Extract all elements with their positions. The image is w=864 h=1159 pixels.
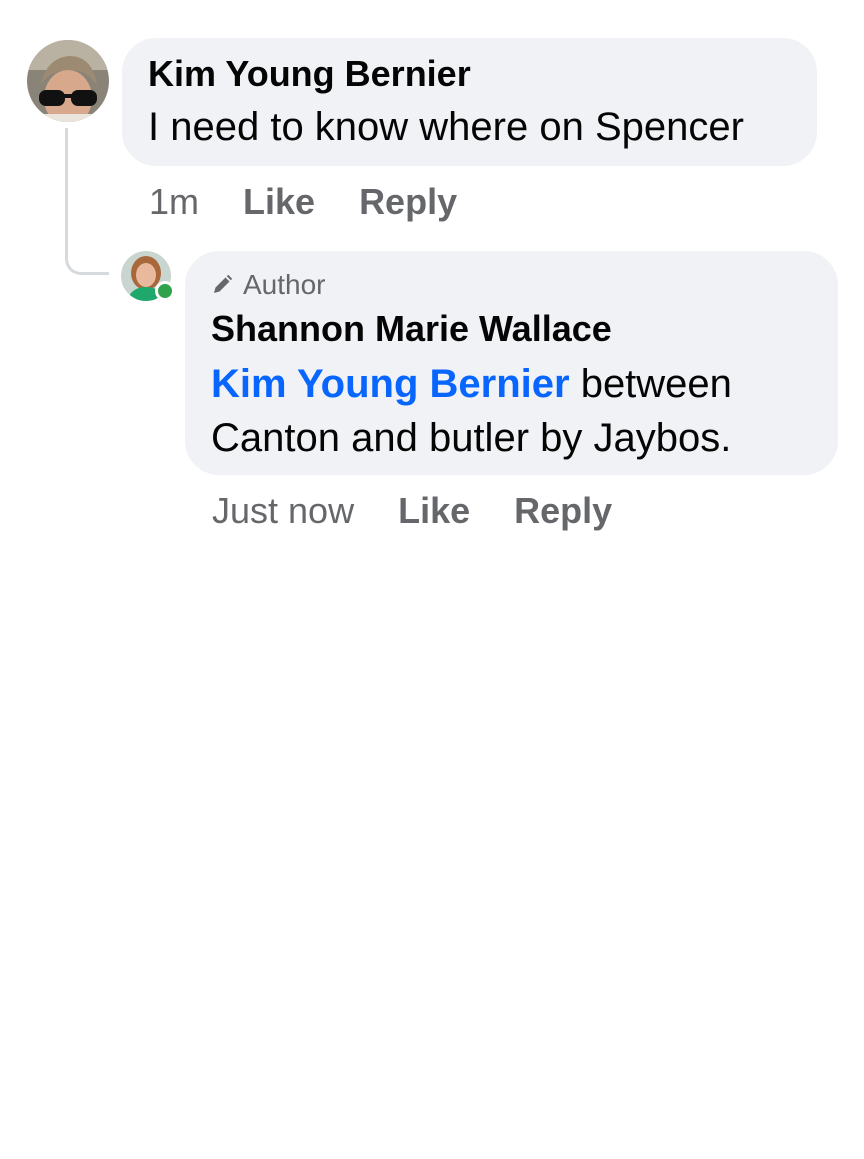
pencil-icon (214, 274, 233, 293)
author-badge-label: Author (243, 269, 326, 300)
mention-link[interactable]: Kim Young Bernier (211, 362, 570, 406)
reply-button[interactable]: Reply (514, 489, 612, 533)
reply-actions: Just now Like Reply (212, 489, 656, 533)
reply-bubble: Author Shannon Marie Wallace Kim Young B… (185, 251, 838, 475)
reply-text: Kim Young Bernier between Canton and but… (211, 357, 812, 465)
reply-timestamp[interactable]: Just now (212, 489, 354, 533)
like-button[interactable]: Like (243, 180, 315, 224)
avatar-kim[interactable] (27, 40, 109, 122)
reply-author-name[interactable]: Shannon Marie Wallace (211, 307, 812, 351)
online-status-indicator (155, 281, 175, 301)
comment-bubble: Kim Young Bernier I need to know where o… (122, 38, 817, 166)
profile-photo-icon (27, 40, 109, 122)
thread-connector-line (65, 128, 109, 275)
author-badge: Author (211, 267, 812, 303)
comment-text: I need to know where on Spencer (148, 105, 744, 149)
comment-author-name[interactable]: Kim Young Bernier (148, 52, 791, 96)
comment-actions: 1m Like Reply (149, 180, 501, 224)
comment-timestamp[interactable]: 1m (149, 180, 199, 224)
reply-button[interactable]: Reply (359, 180, 457, 224)
avatar-shannon-wrapper[interactable] (121, 251, 175, 303)
like-button[interactable]: Like (398, 489, 470, 533)
